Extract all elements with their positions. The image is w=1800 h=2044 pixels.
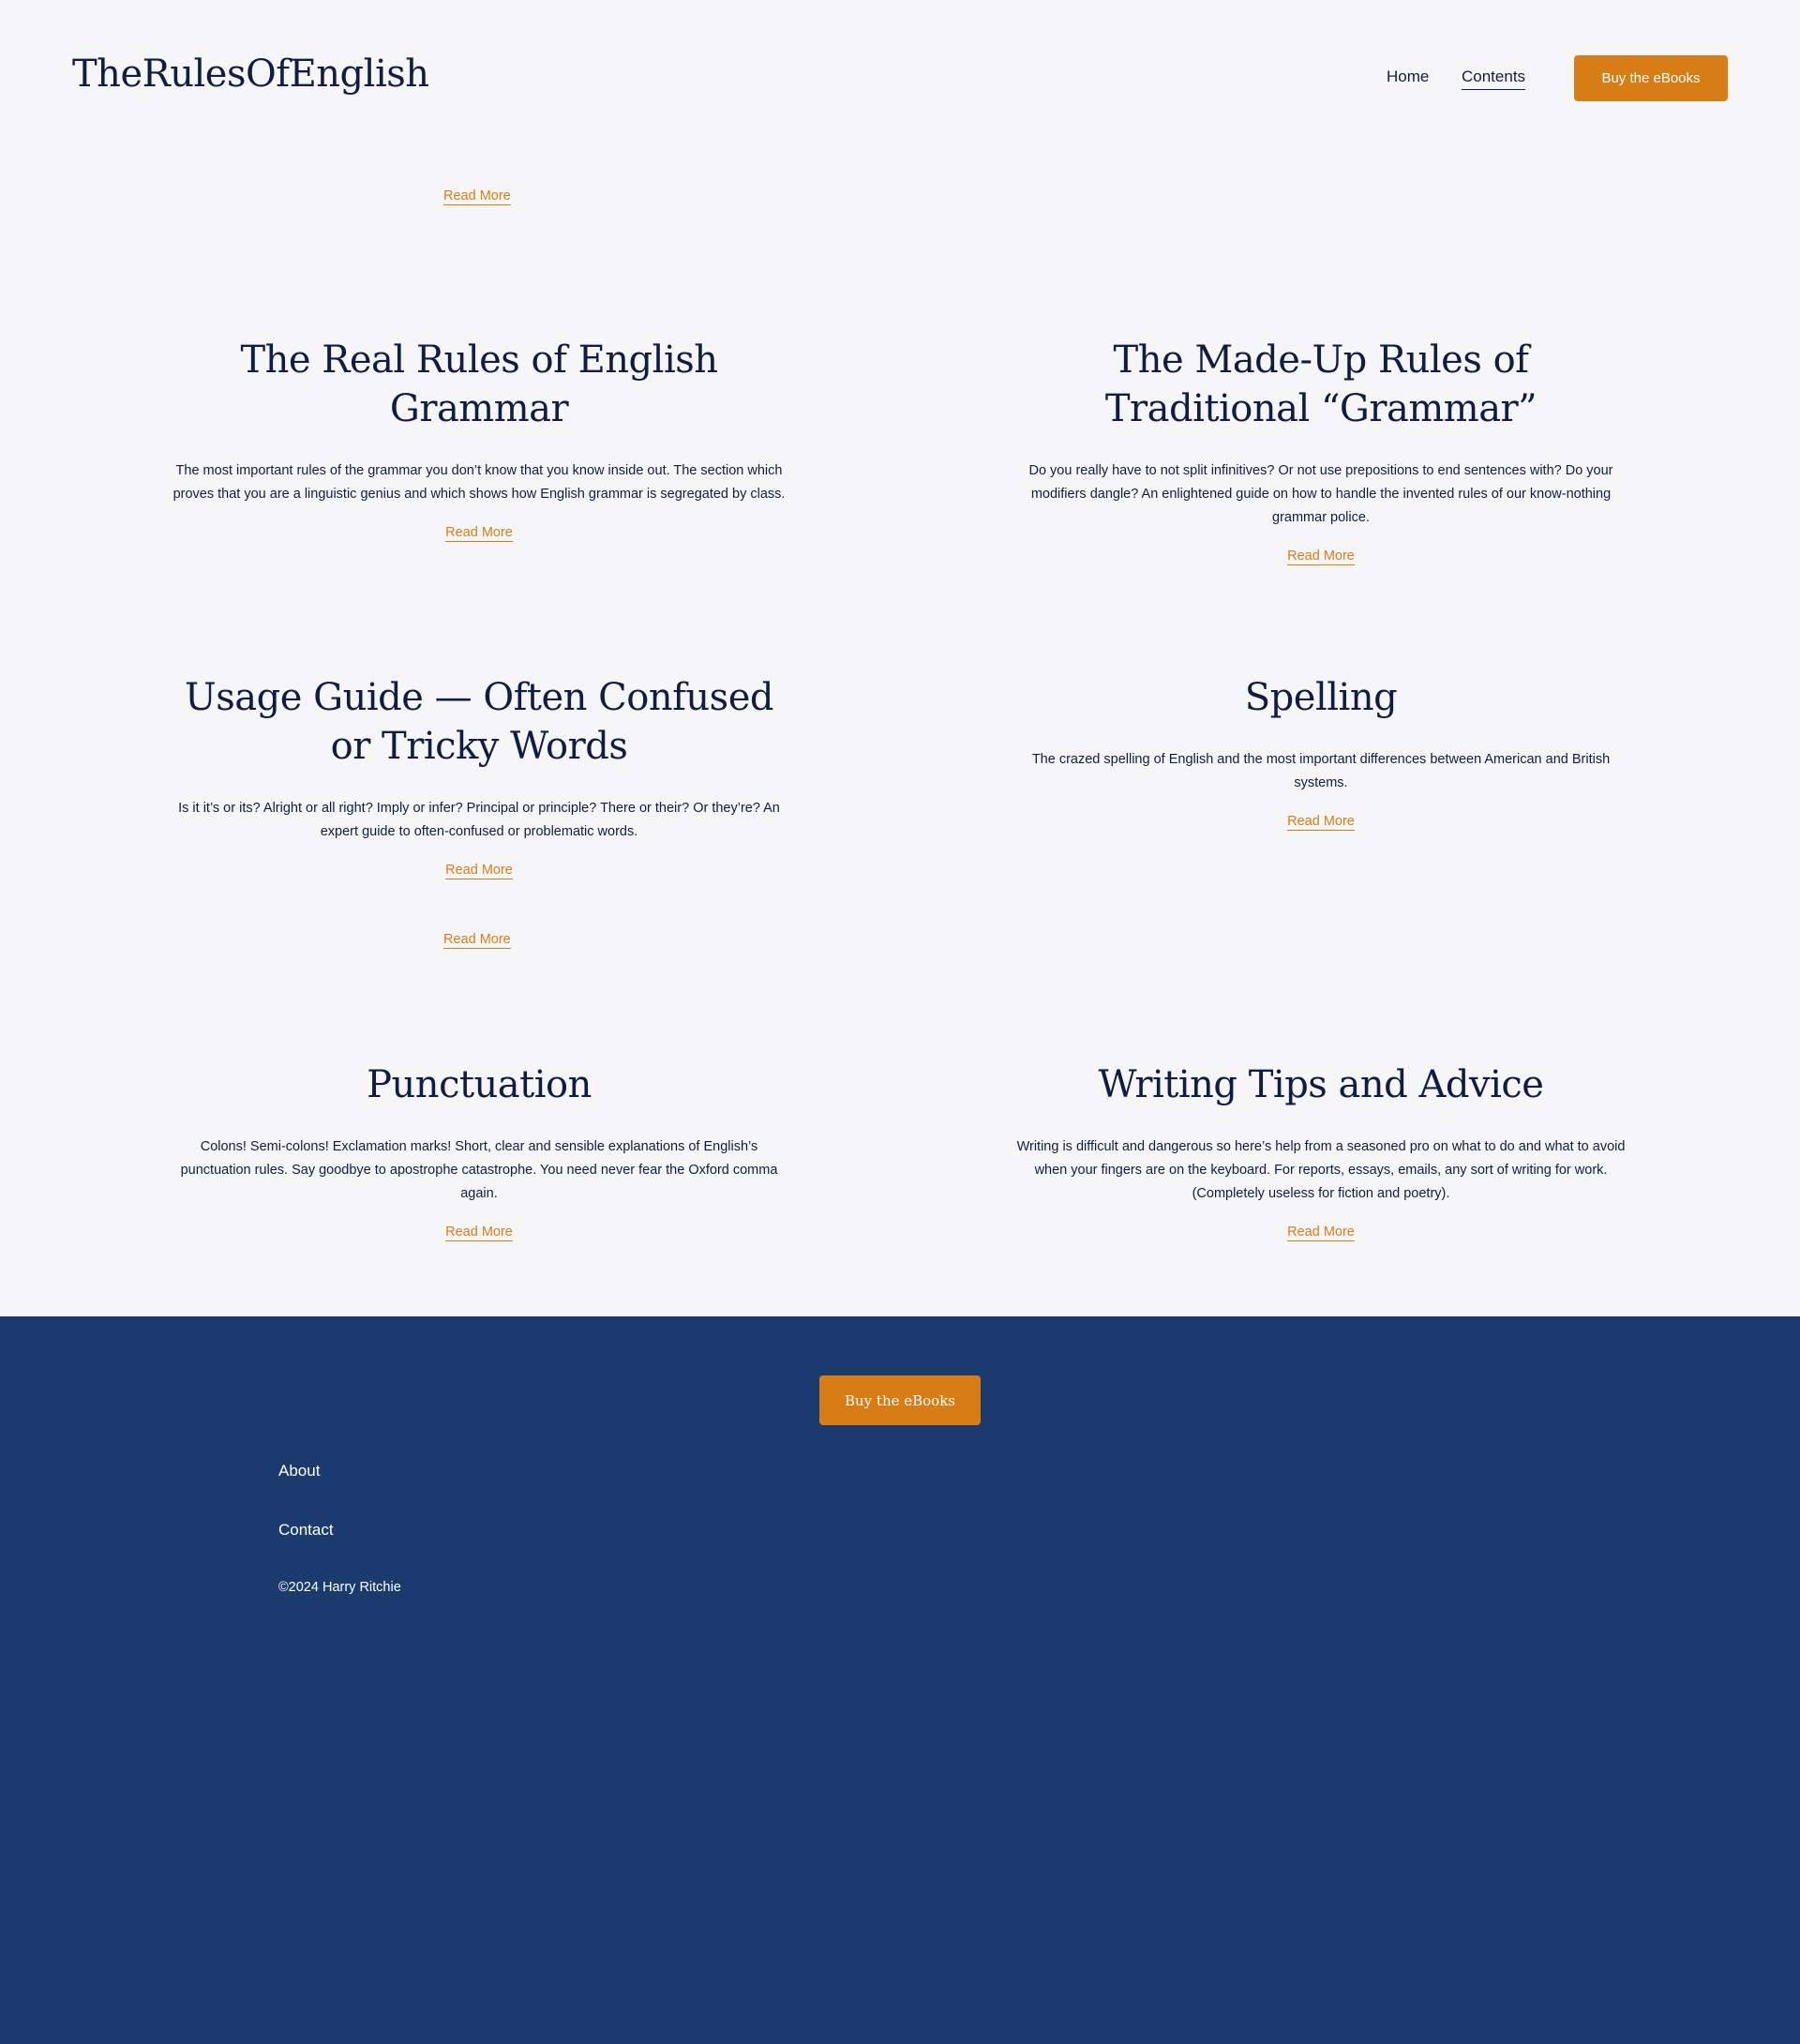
read-more-link[interactable]: Read More (445, 1225, 513, 1241)
section-punctuation: Punctuation Colons! Semi-colons! Exclama… (169, 1060, 789, 1241)
section-title: Spelling (1244, 676, 1398, 719)
section-description: Do you really have to not split infiniti… (1028, 463, 1613, 525)
footer-buy-ebooks-button[interactable]: Buy the eBooks (819, 1375, 981, 1425)
section-title: Writing Tips and Advice (1098, 1063, 1544, 1106)
nav-contents[interactable]: Contents (1462, 68, 1526, 90)
read-more-link[interactable]: Read More (443, 188, 511, 205)
section-title: The Made-Up Rules of Traditional “Gramma… (1104, 338, 1538, 430)
read-more-link[interactable]: Read More (1287, 1225, 1355, 1241)
read-more-link[interactable]: Read More (1287, 814, 1355, 831)
site-header: TheRulesOfEnglish Home Contents Buy the … (0, 0, 1800, 159)
nav-home[interactable]: Home (1387, 68, 1429, 89)
section-title: The Real Rules of English Grammar (240, 338, 718, 430)
section-spelling: Spelling The crazed spelling of English … (1011, 673, 1631, 831)
section-title: Usage Guide — Often Confused or Tricky W… (185, 676, 773, 768)
section-description: Colons! Semi-colons! Exclamation marks! … (180, 1139, 778, 1201)
section-description: The most important rules of the grammar … (172, 463, 786, 502)
read-more-link[interactable]: Read More (445, 525, 513, 542)
section-made-up-rules: The Made-Up Rules of Traditional “Gramma… (1011, 336, 1631, 565)
read-more-link[interactable]: Read More (1287, 549, 1355, 565)
section-description: Is it it’s or its? Alright or all right?… (178, 801, 780, 839)
read-more-link[interactable]: Read More (443, 932, 511, 949)
copyright-text: ©2024 Harry Ritchie (278, 1580, 401, 1595)
section-real-rules: The Real Rules of English Grammar The mo… (169, 336, 789, 542)
footer-contact-link[interactable]: Contact (278, 1521, 334, 1540)
buy-ebooks-button[interactable]: Buy the eBooks (1574, 55, 1728, 101)
section-writing-tips: Writing Tips and Advice Writing is diffi… (1011, 1060, 1631, 1241)
section-usage-guide: Usage Guide — Often Confused or Tricky W… (169, 673, 789, 879)
read-more-link[interactable]: Read More (445, 863, 513, 879)
section-title: Punctuation (367, 1063, 592, 1106)
site-footer: Buy the eBooks About Contact ©2024 Harry… (0, 1316, 1800, 2044)
section-description: Writing is difficult and dangerous so he… (1016, 1139, 1626, 1201)
site-logo[interactable]: TheRulesOfEnglish (72, 53, 429, 96)
footer-about-link[interactable]: About (278, 1462, 320, 1480)
section-description: The crazed spelling of English and the m… (1031, 752, 1611, 790)
